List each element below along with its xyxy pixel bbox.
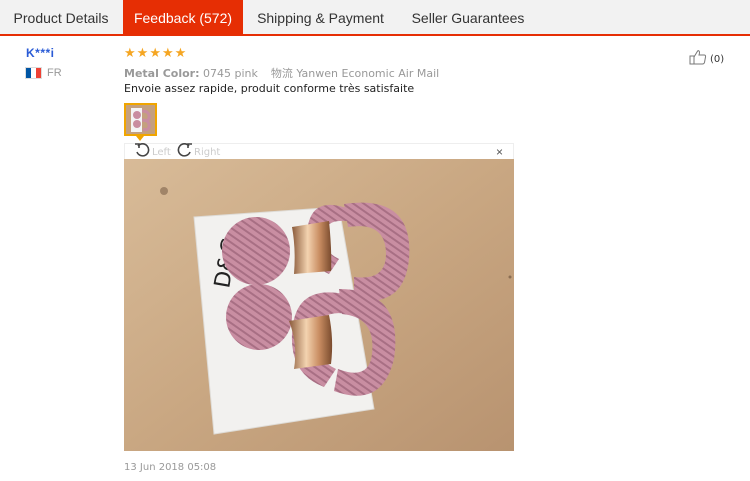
star-icon: ★ [136, 45, 149, 60]
rotate-left-button[interactable]: Left [134, 143, 171, 160]
rotate-left-label: Left [152, 146, 171, 158]
like-button[interactable]: (0) [689, 49, 724, 70]
star-icon: ★ [174, 45, 187, 60]
close-icon[interactable]: × [496, 145, 503, 159]
photo-viewer-toolbar: Left Right × [124, 143, 514, 159]
like-count: (0) [710, 54, 725, 65]
thumbnail-pointer [136, 136, 144, 141]
tab-product-details[interactable]: Product Details [0, 0, 122, 34]
tab-seller-guarantees[interactable]: Seller Guarantees [398, 0, 538, 34]
tab-bar: Product Details Feedback (572) Shipping … [0, 0, 750, 36]
review-text: Envoie assez rapide, produit conforme tr… [124, 82, 415, 95]
buyer-country: FR [47, 67, 62, 79]
star-rating: ★ ★ ★ ★ ★ [124, 46, 186, 59]
attribute-label: Metal Color: [124, 67, 200, 80]
buyer-name: K***i [26, 46, 55, 60]
review-photo: D&C [124, 159, 514, 451]
star-icon: ★ [161, 45, 174, 60]
thumbs-up-icon [689, 49, 707, 70]
france-flag-icon [26, 68, 41, 78]
shipping-method: 物流 Yanwen Economic Air Mail [270, 67, 440, 80]
rotate-right-label: Right [194, 146, 221, 158]
tab-feedback[interactable]: Feedback (572) [123, 0, 243, 34]
review-photo-thumbnail[interactable] [124, 103, 157, 136]
star-icon: ★ [149, 45, 161, 60]
order-info: Metal Color: 0745 pink 物流 Yanwen Economi… [124, 65, 439, 81]
feedback-date: 13 Jun 2018 05:08 [124, 462, 217, 473]
rotate-right-button[interactable]: Right [176, 143, 221, 160]
attribute-value: 0745 pink [202, 67, 258, 80]
tab-shipping-payment[interactable]: Shipping & Payment [243, 0, 398, 34]
star-icon: ★ [124, 45, 136, 60]
